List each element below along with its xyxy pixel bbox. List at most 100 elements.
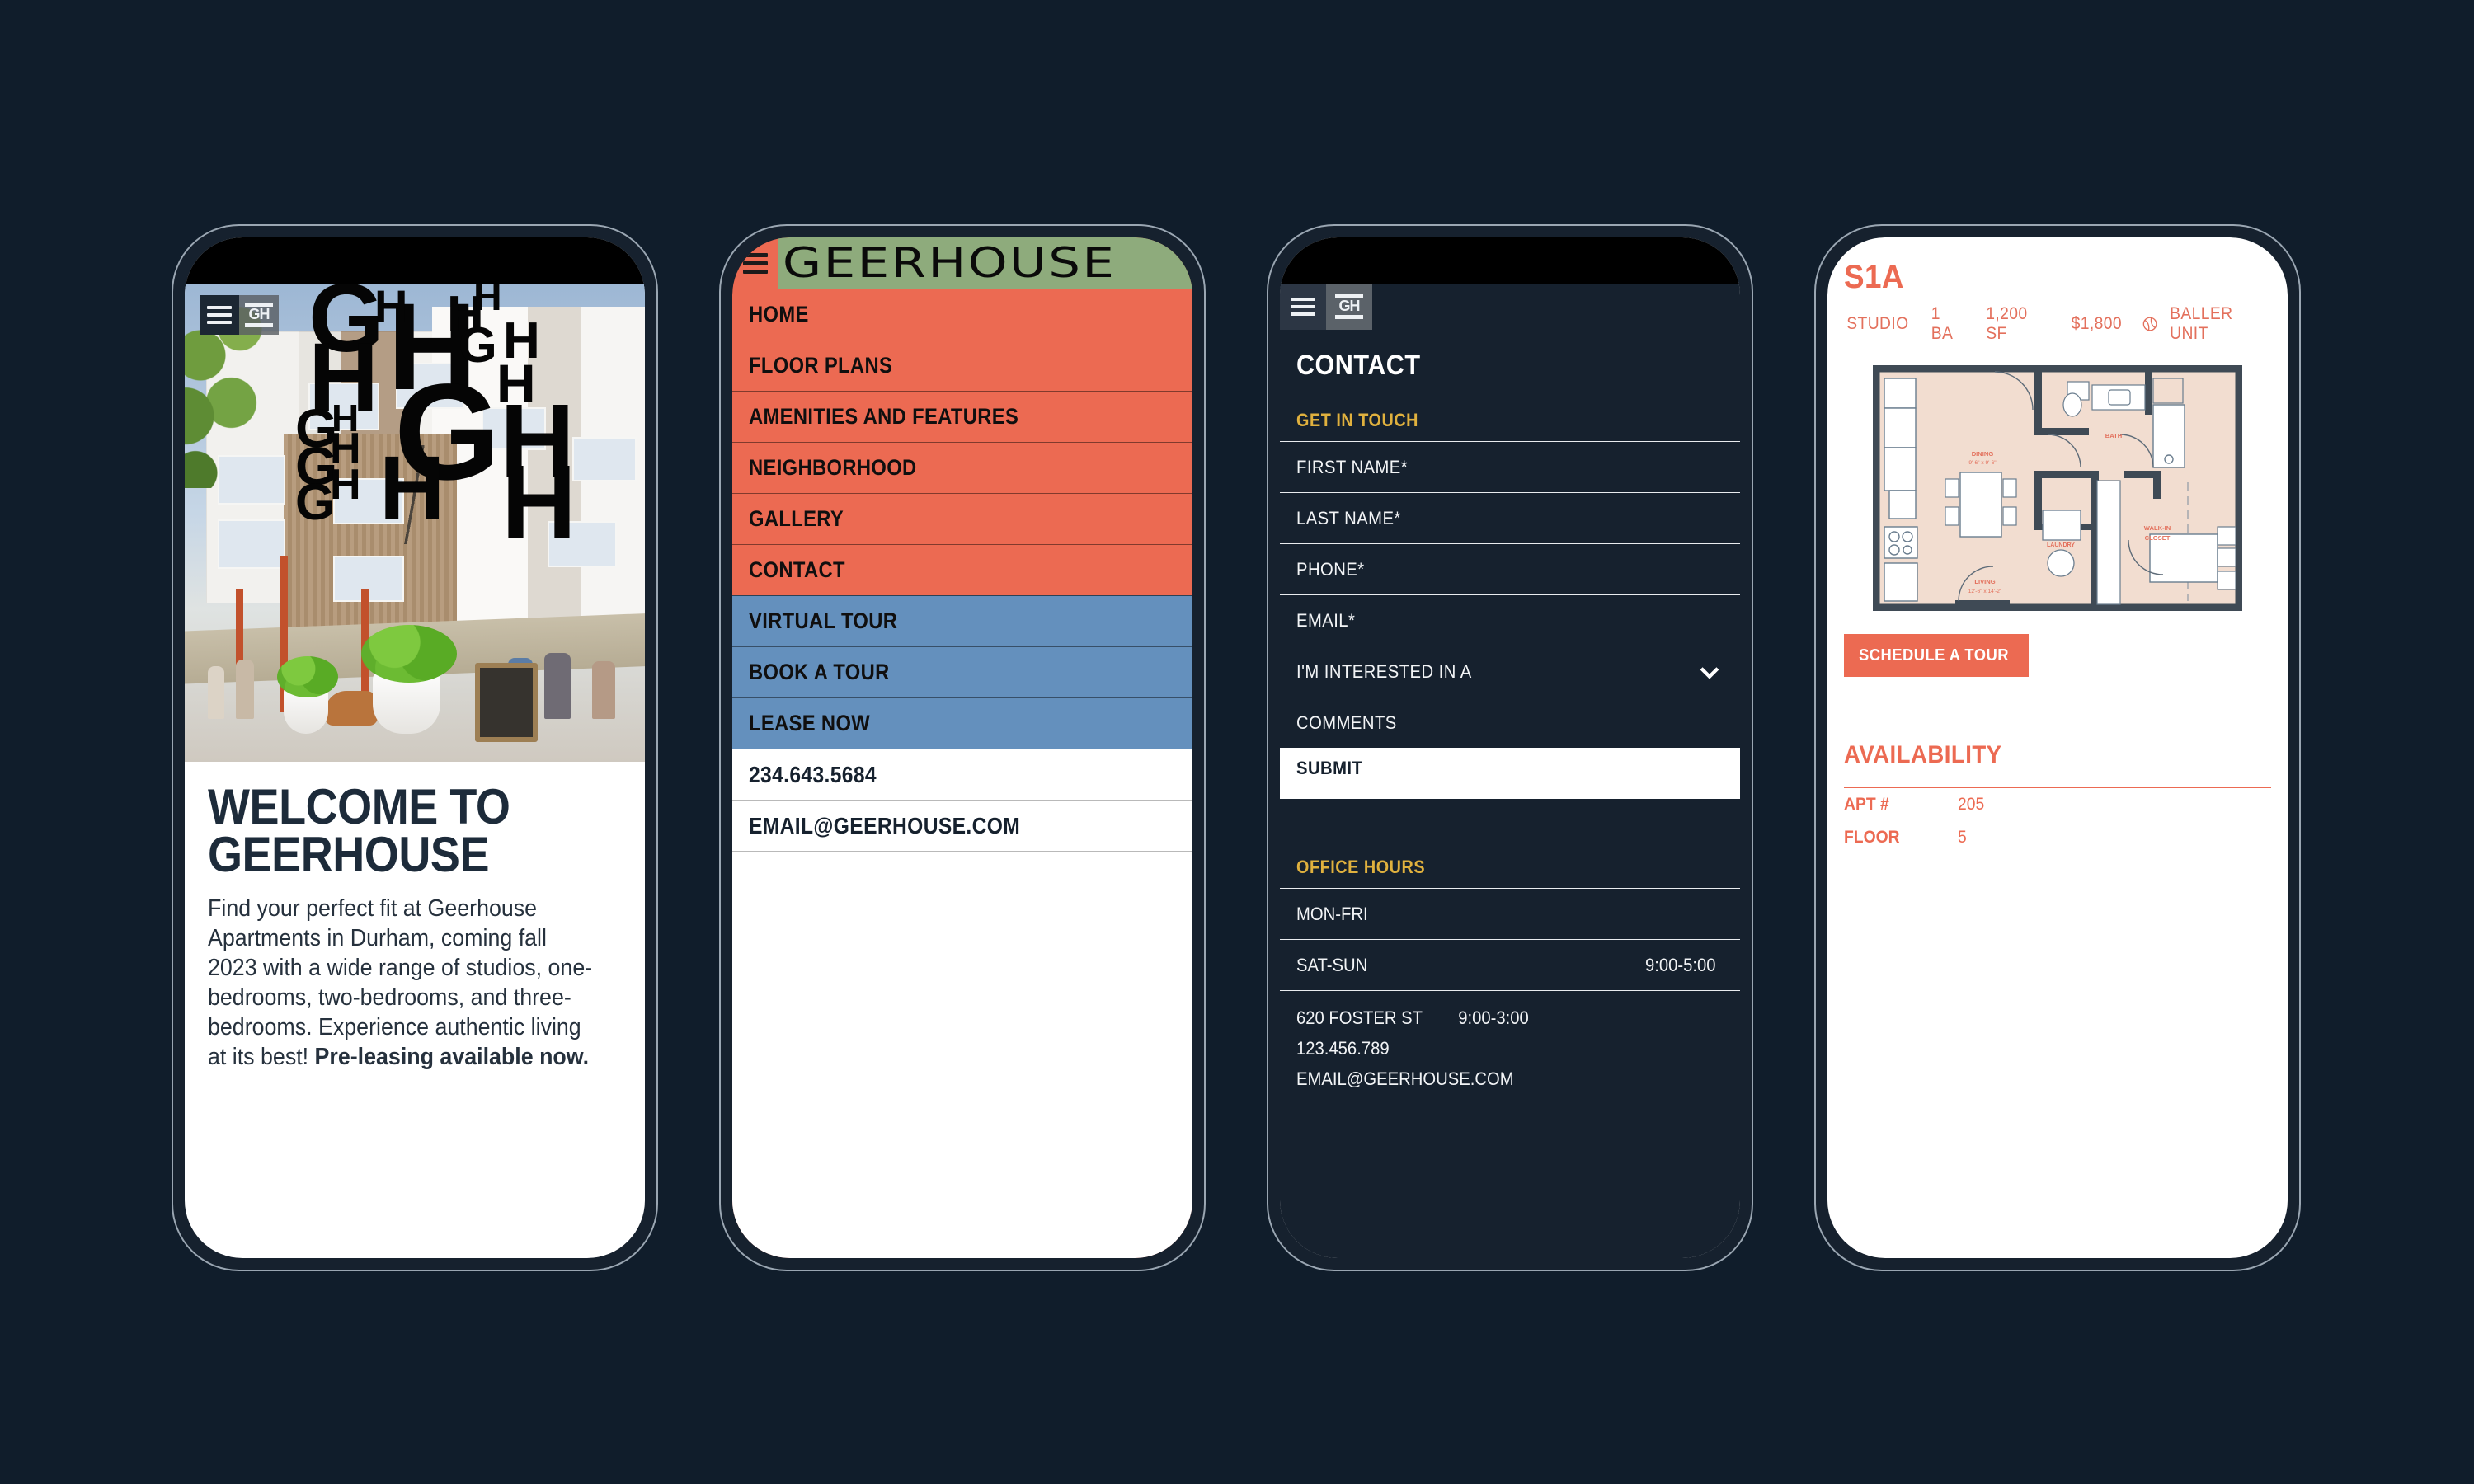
phone-mockup-home: G H H G H H H G H H H H G G G H H H H GH…	[172, 224, 658, 1271]
last-name-placeholder: LAST NAME*	[1296, 507, 1401, 528]
address-email[interactable]: EMAIL@GEERHOUSE.COM	[1296, 1064, 1681, 1094]
table-row: APT # 205	[1844, 788, 2271, 821]
hamburger-menu-button[interactable]	[1280, 284, 1326, 330]
first-name-placeholder: FIRST NAME*	[1296, 456, 1409, 477]
screen-floorplan: S1A STUDIO 1 BA 1,200 SF $1,800 BALLER U…	[1827, 237, 2288, 1258]
nav-item-home[interactable]: HOME	[732, 289, 1192, 340]
gh-logo-text: GH	[1338, 298, 1361, 315]
address-street-line: 620 FOSTER ST 9:00-3:00	[1296, 1003, 1681, 1033]
table-row: FLOOR 5	[1844, 821, 2271, 854]
address-phone[interactable]: 123.456.789	[1296, 1033, 1681, 1064]
nav-item-label: NEIGHBORHOOD	[749, 455, 917, 480]
room-label-dining: DINING	[1972, 450, 1994, 458]
unit-meta-row: STUDIO 1 BA 1,200 SF $1,800 BALLER UNIT	[1844, 304, 2271, 344]
gh-logo-icon: GH	[1335, 294, 1363, 319]
screen-contact: GH CONTACT GET IN TOUCH FIRST NAME* LAST…	[1280, 237, 1740, 1258]
unit-type: STUDIO	[1846, 314, 1909, 333]
availability-title-text: AVAILABILITY	[1844, 741, 2002, 768]
gh-logo-button[interactable]: GH	[1326, 284, 1372, 330]
brand-wordmark: GEERHOUSE	[782, 239, 1117, 287]
availability-value: 5	[1958, 828, 1967, 847]
office-hours-label-text: OFFICE HOURS	[1296, 857, 1426, 877]
nav-item-lease-now[interactable]: LEASE NOW	[732, 697, 1192, 749]
address-block: 620 FOSTER ST 9:00-3:00 123.456.789 EMAI…	[1280, 990, 1740, 1094]
chevron-down-icon	[1700, 666, 1719, 679]
hero-section: G H H G H H H G H H H H G G G H H H H GH	[185, 284, 645, 762]
unit-baths: 1 BA	[1931, 304, 1954, 343]
address-street: 620 FOSTER ST	[1296, 1007, 1423, 1028]
submit-button[interactable]: SUBMIT	[1280, 748, 1740, 799]
nav-item-virtual-tour[interactable]: VIRTUAL TOUR	[732, 595, 1192, 646]
hero-person	[592, 661, 615, 719]
gh-logo-button[interactable]: GH	[239, 295, 279, 335]
contact-page: GH CONTACT GET IN TOUCH FIRST NAME* LAST…	[1280, 284, 1740, 1258]
room-label-laundry: LAUNDRY	[2047, 542, 2075, 548]
welcome-section: WELCOME TO GEERHOUSE Find your perfect f…	[185, 762, 645, 1073]
phone-mockup-floorplan: S1A STUDIO 1 BA 1,200 SF $1,800 BALLER U…	[1814, 224, 2301, 1271]
schedule-tour-button[interactable]: SCHEDULE A TOUR	[1844, 634, 2029, 677]
availability-table: APT # 205 FLOOR 5	[1844, 787, 2271, 854]
status-bar	[185, 237, 645, 284]
floorplan-image[interactable]: DINING 9'-6" x 9'-6" BATH WALK-IN CLOSET…	[1844, 365, 2271, 613]
screenshot-canvas: G H H G H H H G H H H H G G G H H H H GH…	[0, 0, 2474, 1484]
floorplan-svg: DINING 9'-6" x 9'-6" BATH WALK-IN CLOSET…	[1873, 365, 2242, 611]
nav-item-book-a-tour[interactable]: BOOK A TOUR	[732, 646, 1192, 697]
form-section-label-text: GET IN TOUCH	[1296, 410, 1419, 430]
hero-dog	[325, 691, 378, 726]
availability-title: AVAILABILITY	[1844, 741, 2271, 769]
hero-bush	[277, 656, 338, 697]
hamburger-icon	[1291, 294, 1315, 320]
unit-detail-page: S1A STUDIO 1 BA 1,200 SF $1,800 BALLER U…	[1827, 237, 2288, 1258]
welcome-heading-line2: GEERHOUSE	[208, 826, 490, 882]
first-name-field[interactable]: FIRST NAME*	[1280, 441, 1740, 492]
hero-person	[208, 666, 224, 719]
nav-item-label: HOME	[749, 301, 809, 326]
nav-item-label: LEASE NOW	[749, 711, 871, 735]
nav-empty-space	[732, 851, 1192, 1258]
hamburger-icon	[743, 249, 768, 278]
page-title: CONTACT	[1280, 330, 1740, 382]
room-label-living: LIVING	[1974, 578, 1995, 585]
page-title-text: CONTACT	[1296, 350, 1421, 381]
hero-window	[308, 383, 379, 430]
hero-window	[396, 363, 465, 409]
nav-item-phone[interactable]: 234.643.5684	[732, 749, 1192, 800]
nav-item-email[interactable]: EMAIL@GEERHOUSE.COM	[732, 800, 1192, 851]
status-bar	[1280, 237, 1740, 284]
phone-inner: S1A STUDIO 1 BA 1,200 SF $1,800 BALLER U…	[1827, 237, 2288, 1258]
phone-inner: GH CONTACT GET IN TOUCH FIRST NAME* LAST…	[1280, 237, 1740, 1258]
hero-window	[482, 407, 546, 450]
phone-inner: G H H G H H H G H H H H G G G H H H H GH…	[185, 237, 645, 1258]
status-badge: BALLER UNIT	[2142, 304, 2271, 344]
nav-item-contact[interactable]: CONTACT	[732, 544, 1192, 595]
office-hours-label: OFFICE HOURS	[1280, 850, 1740, 888]
nav-item-label: CONTACT	[749, 557, 845, 582]
email-placeholder: EMAIL*	[1296, 609, 1356, 631]
hero-string-lights	[185, 445, 645, 544]
hamburger-menu-button[interactable]	[200, 295, 239, 335]
nav-topbar: GEERHOUSE	[732, 237, 1192, 289]
unit-price: $1,800	[2071, 314, 2122, 333]
nav-item-floor-plans[interactable]: FLOOR PLANS	[732, 340, 1192, 391]
nav-item-amenities[interactable]: AMENITIES AND FEATURES	[732, 391, 1192, 442]
welcome-body: Find your perfect fit at Geerhouse Apart…	[208, 895, 597, 1072]
screen-navigation: GEERHOUSE HOME FLOOR PLANS AMENITIES AND…	[732, 237, 1192, 1258]
address-hours: 9:00-3:00	[1458, 1007, 1529, 1028]
hours-row-weekday: MON-FRI	[1280, 888, 1740, 939]
nav-item-gallery[interactable]: GALLERY	[732, 493, 1192, 544]
availability-key: APT #	[1844, 795, 1889, 814]
comments-field[interactable]: COMMENTS	[1280, 697, 1740, 748]
nav-item-label: AMENITIES AND FEATURES	[749, 404, 1019, 429]
phone-inner: GEERHOUSE HOME FLOOR PLANS AMENITIES AND…	[732, 237, 1192, 1258]
interest-select[interactable]: I'M INTERESTED IN A	[1280, 646, 1740, 697]
nav-item-neighborhood[interactable]: NEIGHBORHOOD	[732, 442, 1192, 493]
contact-topbar: GH	[1280, 284, 1740, 330]
email-field[interactable]: EMAIL*	[1280, 594, 1740, 646]
gh-logo-text: GH	[248, 306, 270, 323]
gh-logo-icon: GH	[245, 303, 273, 327]
last-name-field[interactable]: LAST NAME*	[1280, 492, 1740, 543]
room-dims-dining: 9'-6" x 9'-6"	[1968, 460, 1997, 466]
hamburger-menu-button[interactable]	[732, 237, 778, 289]
phone-field[interactable]: PHONE*	[1280, 543, 1740, 594]
